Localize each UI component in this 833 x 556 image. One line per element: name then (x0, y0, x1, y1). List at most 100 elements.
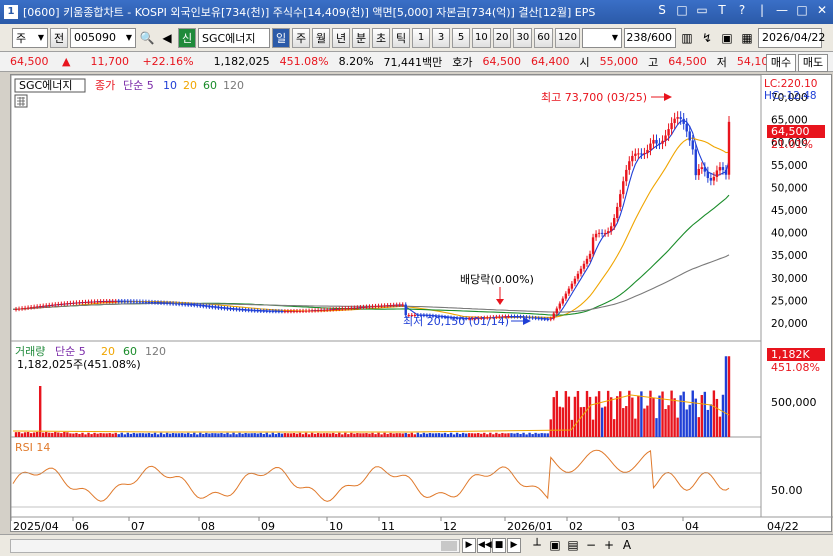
link-s-icon[interactable]: S (655, 3, 669, 17)
trade-buttons: 매수 매도 (766, 54, 828, 72)
interval-3-button[interactable]: 3 (432, 27, 450, 48)
custom-interval-select[interactable]: ▼ (582, 27, 623, 48)
volume-bar (461, 432, 465, 437)
volume-bar (492, 434, 495, 437)
stop-icon[interactable]: ■ (492, 538, 506, 553)
chart-area[interactable]: SGC에너지 종가 단순 5 10 20 60 120 최고 73,700 (0… (10, 74, 833, 533)
candle-body (298, 310, 302, 312)
legend-ma60: 60 (203, 79, 217, 92)
candle-body (208, 306, 211, 308)
search-icon[interactable]: 🔍 (138, 28, 156, 48)
period-second-button[interactable]: 초 (372, 27, 390, 48)
candle-settings-icon[interactable]: ▥ (678, 28, 696, 48)
code-input[interactable]: 005090 ▼ (70, 27, 136, 48)
period-month-button[interactable]: 월 (312, 27, 330, 48)
candle-body (519, 316, 522, 318)
dividend-annotation: 배당락(0.00%) (460, 273, 534, 286)
maximize-icon[interactable]: □ (795, 3, 809, 17)
chart-scrollbar[interactable] (10, 539, 460, 553)
volume-bar (196, 434, 199, 437)
candle-body (528, 317, 531, 319)
stock-chart[interactable]: SGC에너지 종가 단순 5 10 20 60 120 최고 73,700 (0… (10, 74, 833, 533)
interval-60-button[interactable]: 60 (534, 27, 553, 48)
scroll-right-icon[interactable]: ▶ (462, 538, 476, 553)
interval-30-button[interactable]: 30 (513, 27, 533, 48)
volume-bar (404, 432, 407, 437)
play-icon[interactable]: ▶ (507, 538, 521, 553)
volume-bar (410, 432, 413, 437)
period-tick-button[interactable]: 틱 (392, 27, 410, 48)
volume-bar (72, 433, 75, 437)
date-input[interactable]: 2026/04/22 (758, 27, 825, 48)
volume-bar (332, 432, 335, 437)
period-minute-button[interactable]: 분 (352, 27, 370, 48)
buy-button[interactable]: 매수 (766, 54, 796, 72)
volume-bar (135, 433, 139, 437)
candle-body (156, 302, 160, 304)
candle-body (537, 318, 540, 320)
volume-bar (69, 433, 72, 437)
candle-body (51, 304, 54, 306)
candle-body (180, 304, 184, 306)
window-tile-icon[interactable]: ▭ (695, 3, 709, 17)
scroll-thumb[interactable] (441, 541, 457, 551)
volume-bar (359, 433, 362, 437)
volume-bar (721, 394, 725, 437)
volume-bar (486, 434, 489, 437)
candle-body (631, 155, 634, 162)
zoom-out-icon[interactable]: − (584, 538, 598, 553)
volume-bar (525, 434, 528, 437)
volume-bar (156, 434, 160, 437)
calendar-icon[interactable]: ▦ (738, 28, 756, 48)
restore-icon[interactable]: ▤ (566, 538, 580, 553)
text-size-icon[interactable]: A (620, 538, 634, 553)
volume-bar (329, 433, 332, 437)
close-icon[interactable]: ✕ (815, 3, 829, 17)
volume-bar (232, 432, 235, 437)
window-copy-icon[interactable]: □ (675, 3, 689, 17)
period-year-button[interactable]: 년 (332, 27, 350, 48)
candle-body (274, 311, 278, 313)
volume-bar (184, 433, 187, 437)
save-icon[interactable]: ▣ (718, 28, 736, 48)
volume-bar (552, 397, 555, 437)
interval-120-button[interactable]: 120 (554, 27, 581, 48)
speaker-icon[interactable]: ◀ (158, 28, 176, 48)
interval-5-button[interactable]: 5 (452, 27, 470, 48)
volume-bar (93, 432, 96, 437)
rewind-icon[interactable]: ◀◀ (477, 538, 492, 553)
window-icon[interactable]: ▣ (548, 538, 562, 553)
chart-type-icon[interactable]: ↯ (698, 28, 716, 48)
minimize-icon[interactable]: — (775, 3, 789, 17)
volume-bar (712, 390, 716, 437)
interval-20-button[interactable]: 20 (492, 27, 512, 48)
legend-ma10: 10 (163, 79, 177, 92)
market-select[interactable]: 주 ▼ (12, 27, 48, 48)
sell-button[interactable]: 매도 (798, 54, 828, 72)
prev-button[interactable]: 전 (50, 27, 68, 48)
candle-body (619, 194, 622, 207)
period-day-button[interactable]: 일 (272, 27, 290, 48)
count-input[interactable]: 238 /600 (624, 27, 677, 48)
x-axis-tick: 04/22 (767, 520, 799, 533)
candle-body (338, 308, 341, 310)
candle-body (193, 304, 196, 306)
candle-body (304, 310, 308, 312)
help-icon[interactable]: ? (735, 3, 749, 17)
volume-bar (652, 397, 655, 437)
interval-1-button[interactable]: 1 (412, 27, 430, 48)
zoom-in-icon[interactable]: + (602, 538, 616, 553)
market-select-value: 주 (16, 31, 27, 45)
candle-body (634, 153, 637, 156)
volume-bar (634, 418, 637, 437)
volume-bar (401, 433, 404, 437)
volume-bar (585, 390, 589, 437)
text-icon[interactable]: T (715, 3, 729, 17)
volume-bar (277, 432, 281, 437)
candle-body (694, 149, 697, 176)
interval-10-button[interactable]: 10 (472, 27, 491, 48)
period-week-button[interactable]: 주 (292, 27, 310, 48)
volume-bar (190, 434, 193, 437)
candle-body (238, 309, 241, 311)
ruler-icon[interactable]: ┴ (530, 538, 544, 553)
